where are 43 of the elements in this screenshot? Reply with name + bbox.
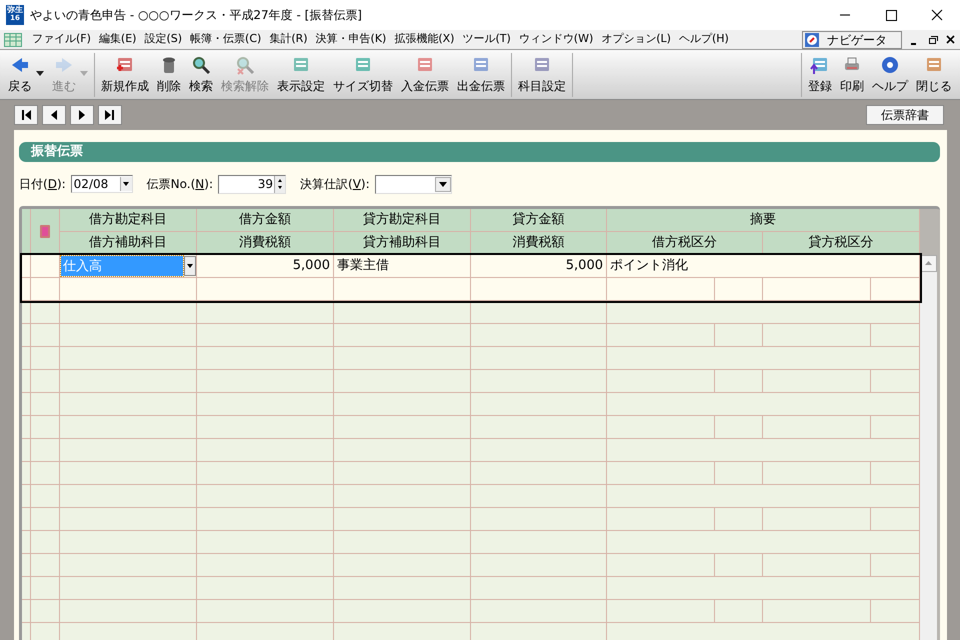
column-header: 借方金額 [197,209,334,232]
menu-item[interactable]: ツール(T) [458,31,515,48]
toolbar-button[interactable]: 登録 [804,52,836,98]
toolbar-button[interactable]: 出金伝票 [453,52,509,98]
dictionary-button[interactable]: 伝票辞書 [866,105,944,125]
field-label: 日付(D): [19,176,66,193]
toolbar-button[interactable]: 削除 [153,52,185,98]
toolbar-button[interactable]: ヘルプ [868,52,912,98]
toolbar-button[interactable]: 科目設定 [514,52,570,98]
table-cell: 5,000 [471,255,607,278]
navigator-button[interactable]: ナビゲータ [802,30,902,48]
column-header: 摘要 [607,209,920,232]
menu-item[interactable]: 設定(S) [140,31,186,48]
date-field[interactable]: 02/08 [70,175,133,193]
toolbar-button[interactable]: 検索 [185,52,217,98]
toolbar-button[interactable]: 入金伝票 [397,52,453,98]
toolbar-button[interactable]: 戻る [4,52,36,98]
menu-item[interactable]: ウィンドウ(W) [514,31,598,48]
window-title: やよいの青色申告 - ○○○ワークス・平成27年度 - [振替伝票] [30,7,363,24]
table-cell: ポイント消化 [607,255,920,278]
column-header: 借方勘定科目 [60,209,197,232]
toolbar-button[interactable]: サイズ切替 [329,52,397,98]
menu-item[interactable]: ファイル(F) [28,31,95,48]
menu-item[interactable]: ヘルプ(H) [674,31,733,48]
toolbar-button[interactable]: 閉じる [912,52,956,98]
menu-item[interactable]: オプション(L) [597,31,675,48]
number-spinner-field[interactable]: 39 [218,174,286,194]
table-cell: 事業主借 [334,255,471,278]
menu-item[interactable]: 集計(R) [265,31,312,48]
menu-item[interactable]: 帳簿・伝票(C) [186,31,266,48]
toolbar-button[interactable]: 新規作成 [97,52,153,98]
toolbar-button[interactable]: 表示設定 [273,52,329,98]
field-label: 伝票No.(N): [146,176,213,193]
menu-item[interactable]: 編集(E) [94,31,140,48]
column-header: 貸方勘定科目 [334,209,471,232]
field-label: 決算仕訳(V): [300,176,370,193]
journal-row[interactable]: 仕入高 5,000 事業主借 5,000 ポイント消化 [22,255,920,301]
menu-item[interactable]: 決算・申告(K) [312,31,390,48]
toolbar-button[interactable]: 印刷 [836,52,868,98]
table-cell: 5,000 [197,255,334,278]
menu-item[interactable]: 拡張機能(X) [390,31,458,48]
panel-title-bar: 振替伝票 [19,142,940,162]
column-header: 貸方金額 [471,209,607,232]
